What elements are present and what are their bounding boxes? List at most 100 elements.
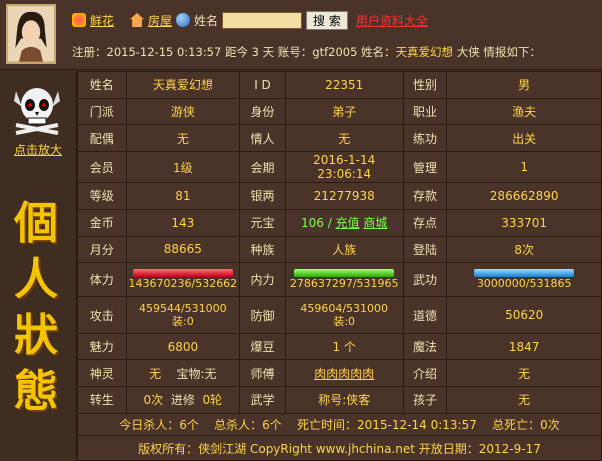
value-spirit: 无 宝物:无 [125, 359, 241, 388]
value-name: 天真爱幻想 [125, 71, 241, 99]
value-gender: 男 [446, 71, 602, 99]
reg-since: 距今 3 天 账号： [221, 45, 313, 59]
search-input[interactable] [222, 11, 303, 29]
table-row: 攻击 459544/531000 装:0 防御 459604/531000 装:… [77, 296, 602, 334]
house-icon [130, 13, 145, 27]
value-status: 弟子 [284, 97, 404, 126]
status-title: 個 人 狀 態 [14, 201, 58, 415]
value-title: 称号:侠客 [284, 386, 404, 414]
fresh-flower-link[interactable]: 鲜花 [90, 12, 114, 29]
search-button[interactable]: 搜 索 [306, 10, 348, 30]
advanced-study-rounds: 0轮 [202, 393, 223, 408]
value-master: 肉肉肉肉肉 [284, 359, 404, 388]
value-spouse: 无 [125, 124, 241, 153]
mp-bar [294, 269, 395, 278]
value-children: 无 [446, 386, 602, 414]
table-row: 魅力 6800 爆豆 1 个 魔法 1847 [77, 332, 602, 361]
label-admin: 管理 [402, 151, 448, 184]
value-monthly: 88665 [125, 235, 241, 264]
account-id: gtf2005 [312, 45, 358, 59]
treasure-value: 宝物:无 [176, 366, 217, 381]
table-row: 等级 81 银两 21277938 存款 286662890 [77, 182, 602, 210]
header: 鲜花 房屋 姓名 搜 索 用户资料大全 注册：2015-12-15 0:13:5… [0, 0, 602, 70]
value-training: 出关 [446, 124, 602, 153]
value-mp: 278637297/531965 [284, 262, 404, 298]
table-row: 转生 0次 进修 0轮 武学 称号:侠客 孩子 无 [77, 386, 602, 414]
label-children: 孩子 [402, 386, 448, 414]
rebirth-count: 0次 [143, 393, 164, 408]
title-char-1: 個 [14, 198, 58, 249]
value-deposit: 286662890 [446, 182, 602, 210]
user-directory-link[interactable]: 用户资料大全 [356, 12, 428, 29]
value-rebirth: 0次 进修 0轮 [125, 386, 241, 414]
value-charm: 6800 [125, 332, 241, 361]
kill-stats: 今日杀人：6个 总杀人：6个 死亡时间：2015-12-14 0:13:57 总… [77, 412, 602, 437]
value-race: 人族 [284, 235, 404, 264]
label-defense: 防御 [239, 296, 286, 334]
label-sect: 门派 [77, 97, 127, 126]
label-deposit: 存款 [402, 182, 448, 210]
skill-bar [474, 269, 575, 278]
left-panel: 点击放大 個 人 狀 態 [0, 71, 77, 461]
reg-prefix: 注册： [72, 45, 107, 59]
hp-bar [132, 269, 233, 278]
label-id: I D [239, 71, 286, 99]
attack-equip: 装:0 [171, 315, 194, 329]
label-job: 职业 [402, 97, 448, 126]
master-link[interactable]: 肉肉肉肉肉 [314, 367, 374, 381]
label-rebirth: 转生 [77, 386, 127, 414]
label-training: 练功 [402, 124, 448, 153]
avatar [6, 4, 56, 64]
table-row: 月分 88665 种族 人族 登陆 8次 [77, 235, 602, 264]
label-member: 会员 [77, 151, 127, 184]
value-lover: 无 [284, 124, 404, 153]
table-row: 金币 143 元宝 106 / 充值 商城 存点 333701 [77, 208, 602, 237]
table-row: 今日杀人：6个 总杀人：6个 死亡时间：2015-12-14 0:13:57 总… [77, 412, 602, 437]
label-spirit: 神灵 [77, 359, 127, 388]
skill-text: 3000000/531865 [476, 277, 572, 291]
value-id: 22351 [284, 71, 404, 99]
mp-text: 278637297/531965 [289, 277, 399, 291]
table-row: 版权所有：侠剑江湖 CopyRight www.jhchina.net 开放日期… [77, 435, 602, 461]
label-lover: 情人 [239, 124, 286, 153]
advanced-study-label: 进修 [170, 393, 195, 408]
label-mp: 内力 [239, 262, 286, 298]
title-char-2: 人 [14, 254, 58, 305]
label-morality: 道德 [402, 296, 448, 334]
value-stored-points: 333701 [446, 208, 602, 237]
zoom-link[interactable]: 点击放大 [14, 141, 62, 158]
house-link[interactable]: 房屋 [148, 12, 172, 29]
defense-value: 459604/531000 [300, 302, 389, 316]
table-row: 神灵 无 宝物:无 师傅 肉肉肉肉肉 介绍 无 [77, 359, 602, 388]
name-prefix: 姓名： [357, 45, 396, 59]
copyright: 版权所有：侠剑江湖 CopyRight www.jhchina.net 开放日期… [77, 435, 602, 461]
table-row: 门派 游侠 身份 弟子 职业 渔夫 [77, 97, 602, 126]
label-skill: 武功 [402, 262, 448, 298]
nav-row: 鲜花 房屋 姓名 搜 索 用户资料大全 [72, 10, 428, 30]
value-job: 渔夫 [446, 97, 602, 126]
label-level: 等级 [77, 182, 127, 210]
label-stored-points: 存点 [402, 208, 448, 237]
table-row: 姓名 天真爱幻想 I D 22351 性别 男 [77, 71, 602, 99]
label-spouse: 配偶 [77, 124, 127, 153]
recharge-link[interactable]: 充值 [336, 216, 360, 230]
table-row: 会员 1级 会期 2016-1-14 23:06:14 管理 1 [77, 151, 602, 184]
label-magic: 魔法 [402, 332, 448, 361]
profile-page: 鲜花 房屋 姓名 搜 索 用户资料大全 注册：2015-12-15 0:13:5… [0, 0, 602, 461]
value-defense: 459604/531000 装:0 [284, 296, 404, 334]
label-status: 身份 [239, 97, 286, 126]
flower-icon [72, 13, 86, 27]
defense-equip: 装:0 [333, 315, 356, 329]
value-member-expiry: 2016-1-14 23:06:14 [284, 151, 404, 184]
mall-link[interactable]: 商城 [363, 216, 387, 230]
label-master: 师傅 [239, 359, 286, 388]
attack-value: 459544/531000 [138, 302, 227, 316]
reg-time: 2015-12-15 0:13:57 [106, 45, 222, 59]
table-row: 配偶 无 情人 无 练功 出关 [77, 124, 602, 153]
character-name: 天真爱幻想 [395, 45, 454, 59]
label-martial: 武学 [239, 386, 286, 414]
label-referral: 介绍 [402, 359, 448, 388]
label-charm: 魅力 [77, 332, 127, 361]
value-gold: 143 [125, 208, 241, 237]
registration-info: 注册：2015-12-15 0:13:57 距今 3 天 账号：gtf2005 … [72, 44, 541, 60]
